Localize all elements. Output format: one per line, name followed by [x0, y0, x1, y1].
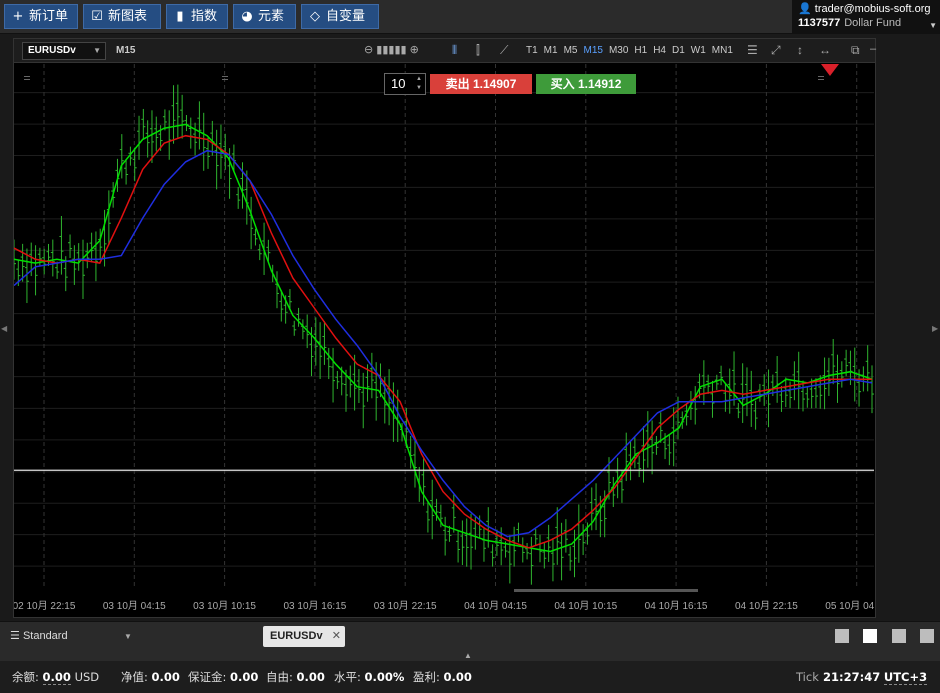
menu-icon: ☰: [10, 630, 20, 642]
time-tick-label: 04 10月 04:15: [464, 600, 527, 612]
time-tick-label: 03 10月 16:15: [283, 600, 346, 612]
time-tick-label: 04 10月 10:15: [554, 600, 617, 612]
elements-button[interactable]: ◕ 元素: [233, 4, 296, 29]
time-axis: 02 10月 22:15 03 10月 04:15 03 10月 10:15 03 1…: [14, 589, 875, 612]
close-icon[interactable]: ✕: [332, 626, 341, 647]
timeframe-m5[interactable]: M5: [564, 45, 578, 56]
layout-switcher: [825, 629, 934, 648]
popout-icon[interactable]: ⧉: [851, 43, 860, 58]
layout-single-icon[interactable]: [834, 629, 849, 643]
chevron-down-icon: ▼: [93, 46, 101, 55]
timeframe-h1[interactable]: H1: [634, 45, 647, 56]
chart-window: EURUSDv ▼ M15 ⊖ ▮▮▮▮▮ ⊕ ⫴ ⫿ ⟋ T1 M1 M5 M15 M3…: [13, 38, 876, 618]
equity: 净值: 0.00: [121, 670, 180, 684]
lot-size-input[interactable]: 10 ▲ ▼: [384, 73, 426, 95]
diamond-icon: ◇: [310, 9, 320, 24]
new-chart-button[interactable]: ☑ 新图表: [83, 4, 161, 29]
drag-handle-icon: [222, 79, 228, 80]
timeframe-d1[interactable]: D1: [672, 45, 685, 56]
status-bar: 余额: 0.00 USD 净值: 0.00 保证金: 0.00 自由: 0.00…: [0, 661, 940, 693]
bars-icon: ▮: [176, 9, 184, 24]
time-tick-label: 02 10月 22:15: [14, 600, 76, 612]
timeframe-w1[interactable]: W1: [691, 45, 706, 56]
workspace-tabs: ☰ Standard ▼ EURUSDv ✕: [0, 621, 940, 651]
zoom-in-icon[interactable]: ⊕: [410, 44, 419, 56]
timeframe-m1[interactable]: M1: [544, 45, 558, 56]
price-chart[interactable]: 1.159151.158311.157471.156621.155781.154…: [14, 64, 875, 617]
drag-handle-icon: [222, 76, 228, 77]
server-time: 21:27:47 UTC+3: [823, 670, 928, 685]
symbol-select[interactable]: EURUSDv ▼: [22, 42, 106, 60]
main-toolbar: + 新订单 ☑ 新图表 ▮ 指数 ◕ 元素 ◇ 自变量 👤 trader@mobius-s…: [0, 0, 940, 34]
autoscroll-icon[interactable]: ⤢: [771, 43, 781, 58]
left-panel-toggle-icon[interactable]: ◀: [1, 324, 9, 334]
drag-handle-icon: [24, 76, 30, 77]
vertical-scale-icon[interactable]: ↕: [797, 43, 803, 57]
timeframe-h4[interactable]: H4: [653, 45, 666, 56]
balance: 余额: 0.00 USD: [12, 670, 100, 685]
sell-button[interactable]: 卖出 1.14907: [430, 74, 532, 94]
new-order-button[interactable]: + 新订单: [4, 4, 78, 29]
time-tick-label: 04 10月 22:15: [735, 600, 798, 612]
shapes-icon: ◕: [241, 9, 253, 24]
line-chart-icon[interactable]: ⟋: [500, 43, 508, 58]
chart-toolbar: EURUSDv ▼ M15 ⊖ ▮▮▮▮▮ ⊕ ⫴ ⫿ ⟋ T1 M1 M5 M15 M3…: [14, 39, 876, 63]
user-icon: 👤: [798, 3, 812, 15]
indicator-list-icon[interactable]: ☰: [747, 43, 758, 57]
time-tick-label: 03 10月 04:15: [103, 600, 166, 612]
zoom-slider-icon[interactable]: ▮▮▮▮▮: [376, 44, 406, 56]
layout-rows-icon[interactable]: [920, 629, 934, 643]
moving-average-line-3: [14, 149, 873, 538]
tab-eurusdv[interactable]: EURUSDv ✕: [263, 626, 345, 647]
moving-average-line-2: [14, 134, 872, 549]
zoom-control[interactable]: ⊖ ▮▮▮▮▮ ⊕: [364, 43, 419, 56]
timeframe-selector: T1 M1 M5 M15 M30 H1 H4 D1 W1 MN1: [526, 45, 739, 56]
timeframe-m30[interactable]: M30: [609, 45, 628, 56]
time-tick-label: 03 10月 22:15: [374, 600, 437, 612]
account-email: 👤 trader@mobius-soft.org: [798, 3, 931, 15]
drag-handle-icon: [818, 79, 824, 80]
panel-divider[interactable]: ▲: [0, 650, 940, 661]
candlestick-icon[interactable]: ⫿: [476, 43, 480, 58]
spinner-icon[interactable]: ▲ ▼: [416, 75, 422, 93]
layout-grid-icon[interactable]: [863, 629, 878, 643]
indicators-button[interactable]: ▮ 指数: [166, 4, 228, 29]
time-tick-label: 04 10月 16:15: [645, 600, 708, 612]
profit: 盈利: 0.00: [413, 670, 472, 684]
tick-label: Tick: [796, 670, 819, 684]
buy-button[interactable]: 买入 1.14912: [536, 74, 636, 94]
plus-icon: +: [12, 9, 24, 24]
chart-icon: ☑: [91, 9, 103, 24]
time-tick-label: 05 10月 04:15: [825, 600, 875, 612]
timeframe-m15[interactable]: M15: [583, 45, 602, 56]
drag-handle-icon: [818, 76, 824, 77]
candles: [14, 84, 874, 585]
caret-up-icon: ▲: [464, 651, 472, 660]
right-panel-toggle-icon[interactable]: ▶: [932, 324, 940, 334]
moving-averages: [14, 123, 873, 553]
timeframe-mn1[interactable]: MN1: [712, 45, 733, 56]
alert-triangle-icon: [821, 64, 839, 76]
moving-average-line-1: [14, 123, 873, 553]
account-fund: 1137577 Dollar Fund: [798, 17, 902, 29]
minimize-icon[interactable]: –: [870, 43, 876, 55]
chart-grid: [14, 64, 874, 587]
timeframe-label: M15: [116, 45, 136, 56]
layout-columns-icon[interactable]: [891, 629, 906, 643]
free-margin: 自由: 0.00: [266, 670, 325, 684]
horizontal-scrollbar: [514, 589, 698, 592]
horizontal-scale-icon[interactable]: ↔: [819, 43, 831, 57]
margin-level: 水平: 0.00%: [334, 670, 405, 684]
drag-handle-icon: [24, 79, 30, 80]
zoom-out-icon[interactable]: ⊖: [364, 44, 373, 56]
time-tick-label: 03 10月 10:15: [193, 600, 256, 612]
timeframe-t1[interactable]: T1: [526, 45, 538, 56]
account-selector[interactable]: 👤 trader@mobius-soft.org 1137577 Dollar F…: [792, 0, 940, 34]
variables-button[interactable]: ◇ 自变量: [301, 4, 379, 29]
chevron-down-icon: ▼: [124, 632, 132, 641]
bar-chart-icon[interactable]: ⫴: [452, 43, 457, 58]
caret-down-icon: ▼: [929, 21, 937, 30]
margin: 保证金: 0.00: [188, 670, 259, 684]
workspace-select[interactable]: ☰ Standard ▼: [0, 622, 252, 651]
